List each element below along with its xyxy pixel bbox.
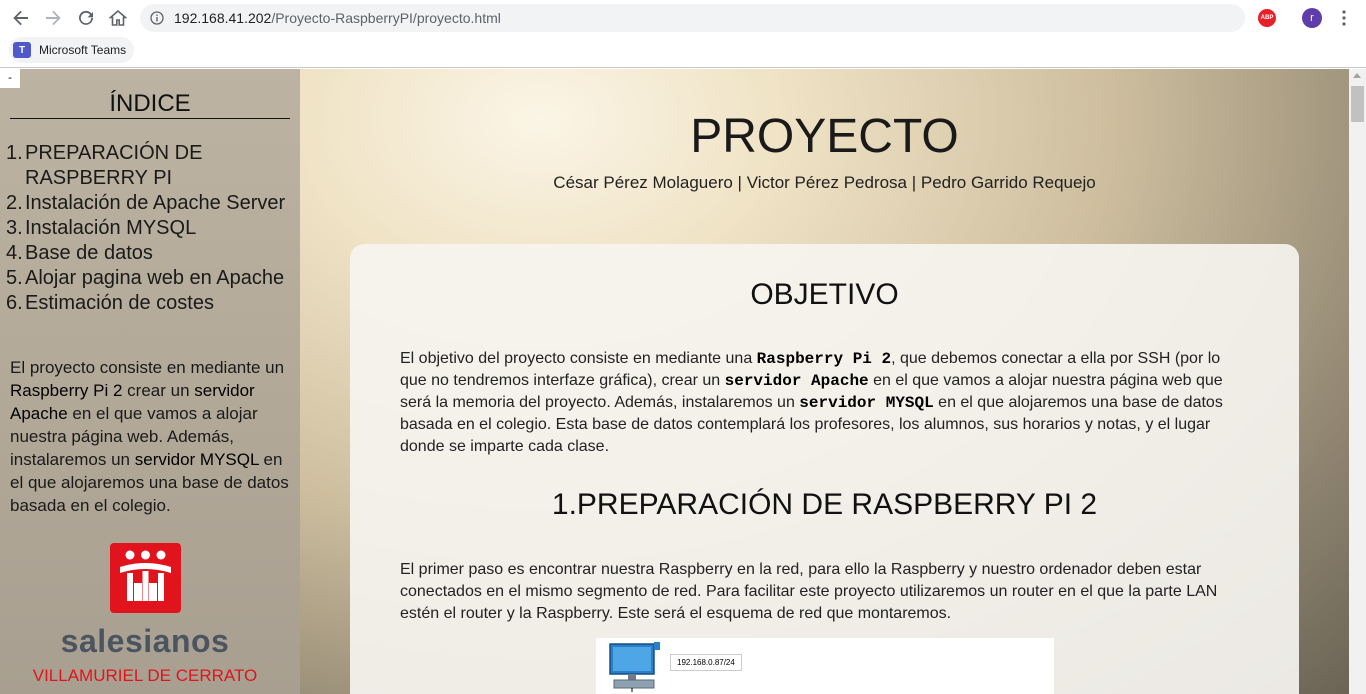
- toc-label: Alojar pagina web en Apache: [25, 267, 285, 289]
- content-card: OBJETIVO El objetivo del proyecto consis…: [350, 244, 1299, 694]
- section1-paragraph: El primer paso es encontrar nuestra Rasp…: [400, 561, 1218, 622]
- toc-label: Instalación MYSQL: [25, 217, 197, 239]
- toc-number: 1.: [6, 142, 23, 164]
- term-raspberry: Raspberry Pi 2: [756, 350, 892, 368]
- scroll-up-arrow-icon[interactable]: [1353, 73, 1361, 78]
- toc-label: Base de datos: [25, 242, 153, 264]
- authors: César Pérez Molaguero | Victor Pérez Ped…: [553, 173, 1096, 192]
- scroll-thumb[interactable]: [1351, 86, 1364, 122]
- toc-item-database[interactable]: 4. Base de datos: [6, 241, 296, 266]
- sidebar-toggle-button[interactable]: -: [0, 69, 20, 88]
- forward-icon[interactable]: [41, 6, 65, 30]
- network-diagram: 192.168.0.87/24: [596, 638, 1054, 694]
- logo-emblem-icon: [110, 543, 181, 613]
- toc-number: 6.: [6, 292, 23, 314]
- toc-number: 5.: [6, 267, 23, 289]
- adblock-icon[interactable]: ABP: [1258, 9, 1276, 27]
- page-content: - ÍNDICE 1. PREPARACIÓN DE RASPBERRY PI 2…: [0, 69, 1349, 694]
- page-scrollbar[interactable]: [1349, 69, 1366, 694]
- toc-label: Estimación de costes: [25, 292, 214, 314]
- back-icon[interactable]: [9, 6, 33, 30]
- toc-item-costs[interactable]: 6. Estimación de costes: [6, 291, 296, 316]
- highlight-raspberry: Raspberry Pi 2: [10, 381, 123, 400]
- browser-toolbar: 192.168.41.202/Proyecto-RaspberryPI/proy…: [0, 0, 1366, 36]
- url-path: /Proyecto-RaspberryPI/proyecto.html: [271, 10, 501, 26]
- logo-name: salesianos: [60, 623, 230, 659]
- reload-icon[interactable]: [74, 6, 98, 30]
- page-title: PROYECTO: [690, 110, 959, 163]
- salesianos-logo: salesianos VILLAMURIEL DE CERRATO: [30, 543, 260, 693]
- toc-item-apache[interactable]: 2. Instalación de Apache Server: [6, 191, 296, 216]
- term-mysql: servidor MYSQL: [799, 394, 934, 412]
- table-of-contents: 1. PREPARACIÓN DE RASPBERRY PI 2. Instalac…: [6, 141, 296, 316]
- profile-initial: r: [1310, 12, 1314, 24]
- toc-item-preparacion[interactable]: 1. PREPARACIÓN DE RASPBERRY PI: [6, 141, 296, 191]
- toc-item-webpage[interactable]: 5. Alojar pagina web en Apache: [6, 266, 296, 291]
- menu-icon[interactable]: [1336, 9, 1352, 27]
- toc-item-mysql[interactable]: 3. Instalación MYSQL: [6, 216, 296, 241]
- site-info-icon[interactable]: [140, 11, 174, 25]
- adblock-label: ABP: [1260, 15, 1274, 21]
- toc-label: Instalación de Apache Server: [25, 192, 286, 214]
- bookmark-microsoft-teams[interactable]: T Microsoft Teams: [9, 37, 135, 63]
- toc-number: 2.: [6, 192, 23, 214]
- objective-paragraph: El objetivo del proyecto consiste en med…: [400, 350, 1223, 455]
- sidebar-description: El proyecto consiste en mediante un Rasp…: [10, 358, 289, 515]
- url-host: 192.168.41.202: [174, 10, 272, 26]
- profile-avatar[interactable]: r: [1302, 8, 1322, 28]
- home-icon[interactable]: [106, 6, 130, 30]
- highlight-mysql: servidor MYSQL: [134, 450, 259, 469]
- toc-number: 4.: [6, 242, 23, 264]
- section1-heading: 1.PREPARACIÓN DE RASPBERRY PI 2: [551, 488, 1098, 521]
- address-bar[interactable]: 192.168.41.202/Proyecto-RaspberryPI/proy…: [140, 4, 1245, 32]
- index-title: ÍNDICE: [10, 89, 290, 119]
- logo-place: VILLAMURIEL DE CERRATO: [32, 666, 258, 685]
- ip-address-label: 192.168.0.87/24: [670, 654, 742, 671]
- toc-label: PREPARACIÓN DE RASPBERRY PI: [25, 142, 203, 189]
- term-apache: servidor Apache: [724, 372, 869, 390]
- bookmarks-bar: T Microsoft Teams: [0, 36, 1366, 68]
- computer-icon: [608, 642, 664, 692]
- bookmark-label: Microsoft Teams: [39, 43, 127, 57]
- teams-icon: T: [13, 42, 31, 58]
- objective-heading: OBJETIVO: [750, 278, 899, 311]
- toc-number: 3.: [6, 217, 23, 239]
- sidebar: - ÍNDICE 1. PREPARACIÓN DE RASPBERRY PI 2…: [0, 69, 300, 694]
